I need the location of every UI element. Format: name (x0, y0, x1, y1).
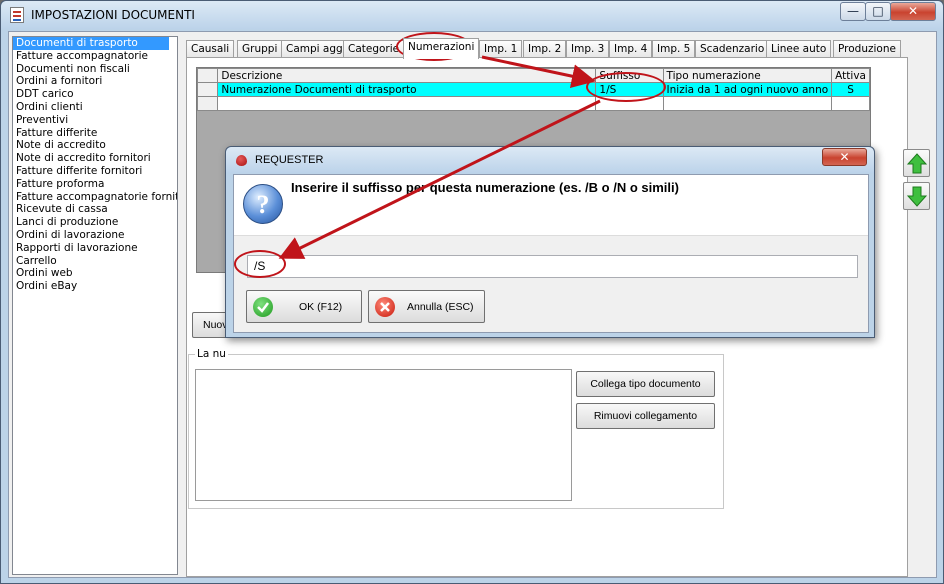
list-item[interactable]: Rapporti di lavorazione (13, 242, 177, 255)
tab-numerazioni[interactable]: Numerazioni (403, 38, 480, 59)
link-doc-type-button[interactable]: Collega tipo documento (576, 371, 715, 397)
groupbox-legend: La nu (195, 348, 228, 360)
tab-imp-2[interactable]: Imp. 2 (523, 40, 567, 58)
dialog-message: Inserire il suffisso per questa numerazi… (291, 180, 679, 195)
ok-button[interactable]: OK (F12) (246, 290, 362, 323)
remove-link-button[interactable]: Rimuovi collegamento (576, 403, 715, 429)
column-header[interactable]: Attiva (831, 68, 870, 83)
list-item[interactable]: Ordini web (13, 267, 177, 280)
close-button[interactable]: ✕ (890, 2, 936, 21)
list-item[interactable]: Preventivi (13, 114, 177, 127)
row-header-corner (196, 68, 219, 83)
strawberry-icon (236, 155, 247, 166)
empty-cell[interactable] (217, 96, 597, 111)
requester-dialog: REQUESTER ✕ ? Inserire il suffisso per q… (225, 146, 875, 338)
list-item[interactable]: Documenti di trasporto (13, 37, 169, 50)
grid-header-row: Descrizione Suffisso Tipo numerazione At… (196, 68, 870, 83)
list-item[interactable]: Note di accredito (13, 139, 177, 152)
list-item[interactable]: Lanci di produzione (13, 216, 177, 229)
cancel-icon (375, 297, 395, 317)
tab-imp-5[interactable]: Imp. 5 (652, 40, 696, 58)
cancel-button[interactable]: Annulla (ESC) (368, 290, 485, 323)
tab-campi-agg[interactable]: Campi agg. (281, 40, 352, 58)
cell-active[interactable]: S (831, 82, 870, 97)
list-item[interactable]: Documenti non fiscali (13, 63, 177, 76)
column-header[interactable]: Tipo numerazione (662, 68, 833, 83)
table-row[interactable]: Numerazione Documenti di trasporto 1/S I… (196, 82, 870, 97)
empty-cell[interactable] (831, 96, 870, 111)
window-titlebar[interactable]: IMPOSTAZIONI DOCUMENTI — □ ✕ (1, 1, 943, 29)
list-item[interactable]: Fatture differite fornitori (13, 165, 177, 178)
list-item[interactable]: Fatture differite (13, 127, 177, 140)
tab-imp-3[interactable]: Imp. 3 (566, 40, 610, 58)
list-item[interactable]: Fatture accompagnatorie (13, 50, 177, 63)
ok-button-label: OK (F12) (299, 301, 343, 313)
list-item[interactable]: Ordini a fornitori (13, 75, 177, 88)
tab-gruppi[interactable]: Gruppi (237, 40, 283, 58)
dialog-titlebar[interactable]: REQUESTER ✕ (226, 147, 874, 173)
question-icon: ? (243, 184, 283, 224)
cell-description[interactable]: Numerazione Documenti di trasporto (217, 82, 597, 97)
tab-imp-4[interactable]: Imp. 4 (609, 40, 653, 58)
minimize-button[interactable]: — (840, 2, 866, 21)
annotation-circle-input (234, 250, 286, 278)
cell-numbering-type[interactable]: Inizia da 1 ad ogni nuovo anno (662, 82, 833, 97)
tab-causali[interactable]: Causali (186, 40, 235, 58)
tab-produzione[interactable]: Produzione (833, 40, 901, 58)
arrow-up-icon (907, 153, 927, 174)
dialog-body: ? Inserire il suffisso per questa numera… (233, 174, 869, 333)
tab-linee-auto[interactable]: Linee auto (766, 40, 832, 58)
check-icon (253, 297, 273, 317)
tab-scadenzario[interactable]: Scadenzario (695, 40, 770, 58)
table-row-new[interactable] (196, 96, 870, 111)
row-header[interactable] (196, 82, 219, 97)
window-title: IMPOSTAZIONI DOCUMENTI (31, 8, 195, 22)
move-up-button[interactable] (903, 149, 930, 177)
document-icon (10, 7, 24, 23)
list-item[interactable]: Fatture proforma (13, 178, 177, 191)
linked-types-memo[interactable] (195, 369, 572, 501)
dialog-close-button[interactable]: ✕ (822, 148, 867, 166)
column-header[interactable]: Descrizione (217, 68, 597, 83)
list-item[interactable]: Note di accredito fornitori (13, 152, 177, 165)
list-item[interactable]: Ordini di lavorazione (13, 229, 177, 242)
move-down-button[interactable] (903, 182, 930, 210)
row-header[interactable] (196, 96, 219, 111)
list-item[interactable]: Ordini clienti (13, 101, 177, 114)
maximize-button[interactable]: □ (865, 2, 891, 21)
list-item[interactable]: Fatture accompagnatorie fornitori (13, 191, 177, 204)
list-item[interactable]: Carrello (13, 255, 177, 268)
annotation-circle-suffix (586, 72, 666, 102)
arrow-down-icon (907, 186, 927, 207)
dialog-title: REQUESTER (255, 154, 324, 166)
suffix-input[interactable]: /S (247, 255, 858, 278)
tab-imp-1[interactable]: Imp. 1 (479, 40, 523, 58)
cancel-button-label: Annulla (ESC) (407, 301, 474, 313)
empty-cell[interactable] (662, 96, 833, 111)
list-item[interactable]: Ricevute di cassa (13, 203, 177, 216)
dialog-message-area: ? Inserire il suffisso per questa numera… (234, 175, 868, 236)
list-item[interactable]: Ordini eBay (13, 280, 177, 293)
tab-categorie[interactable]: Categorie (343, 40, 405, 58)
document-type-list[interactable]: Documenti di trasporto Fatture accompagna… (12, 36, 178, 575)
list-item[interactable]: DDT carico (13, 88, 177, 101)
numbering-table: Descrizione Suffisso Tipo numerazione At… (196, 68, 870, 111)
